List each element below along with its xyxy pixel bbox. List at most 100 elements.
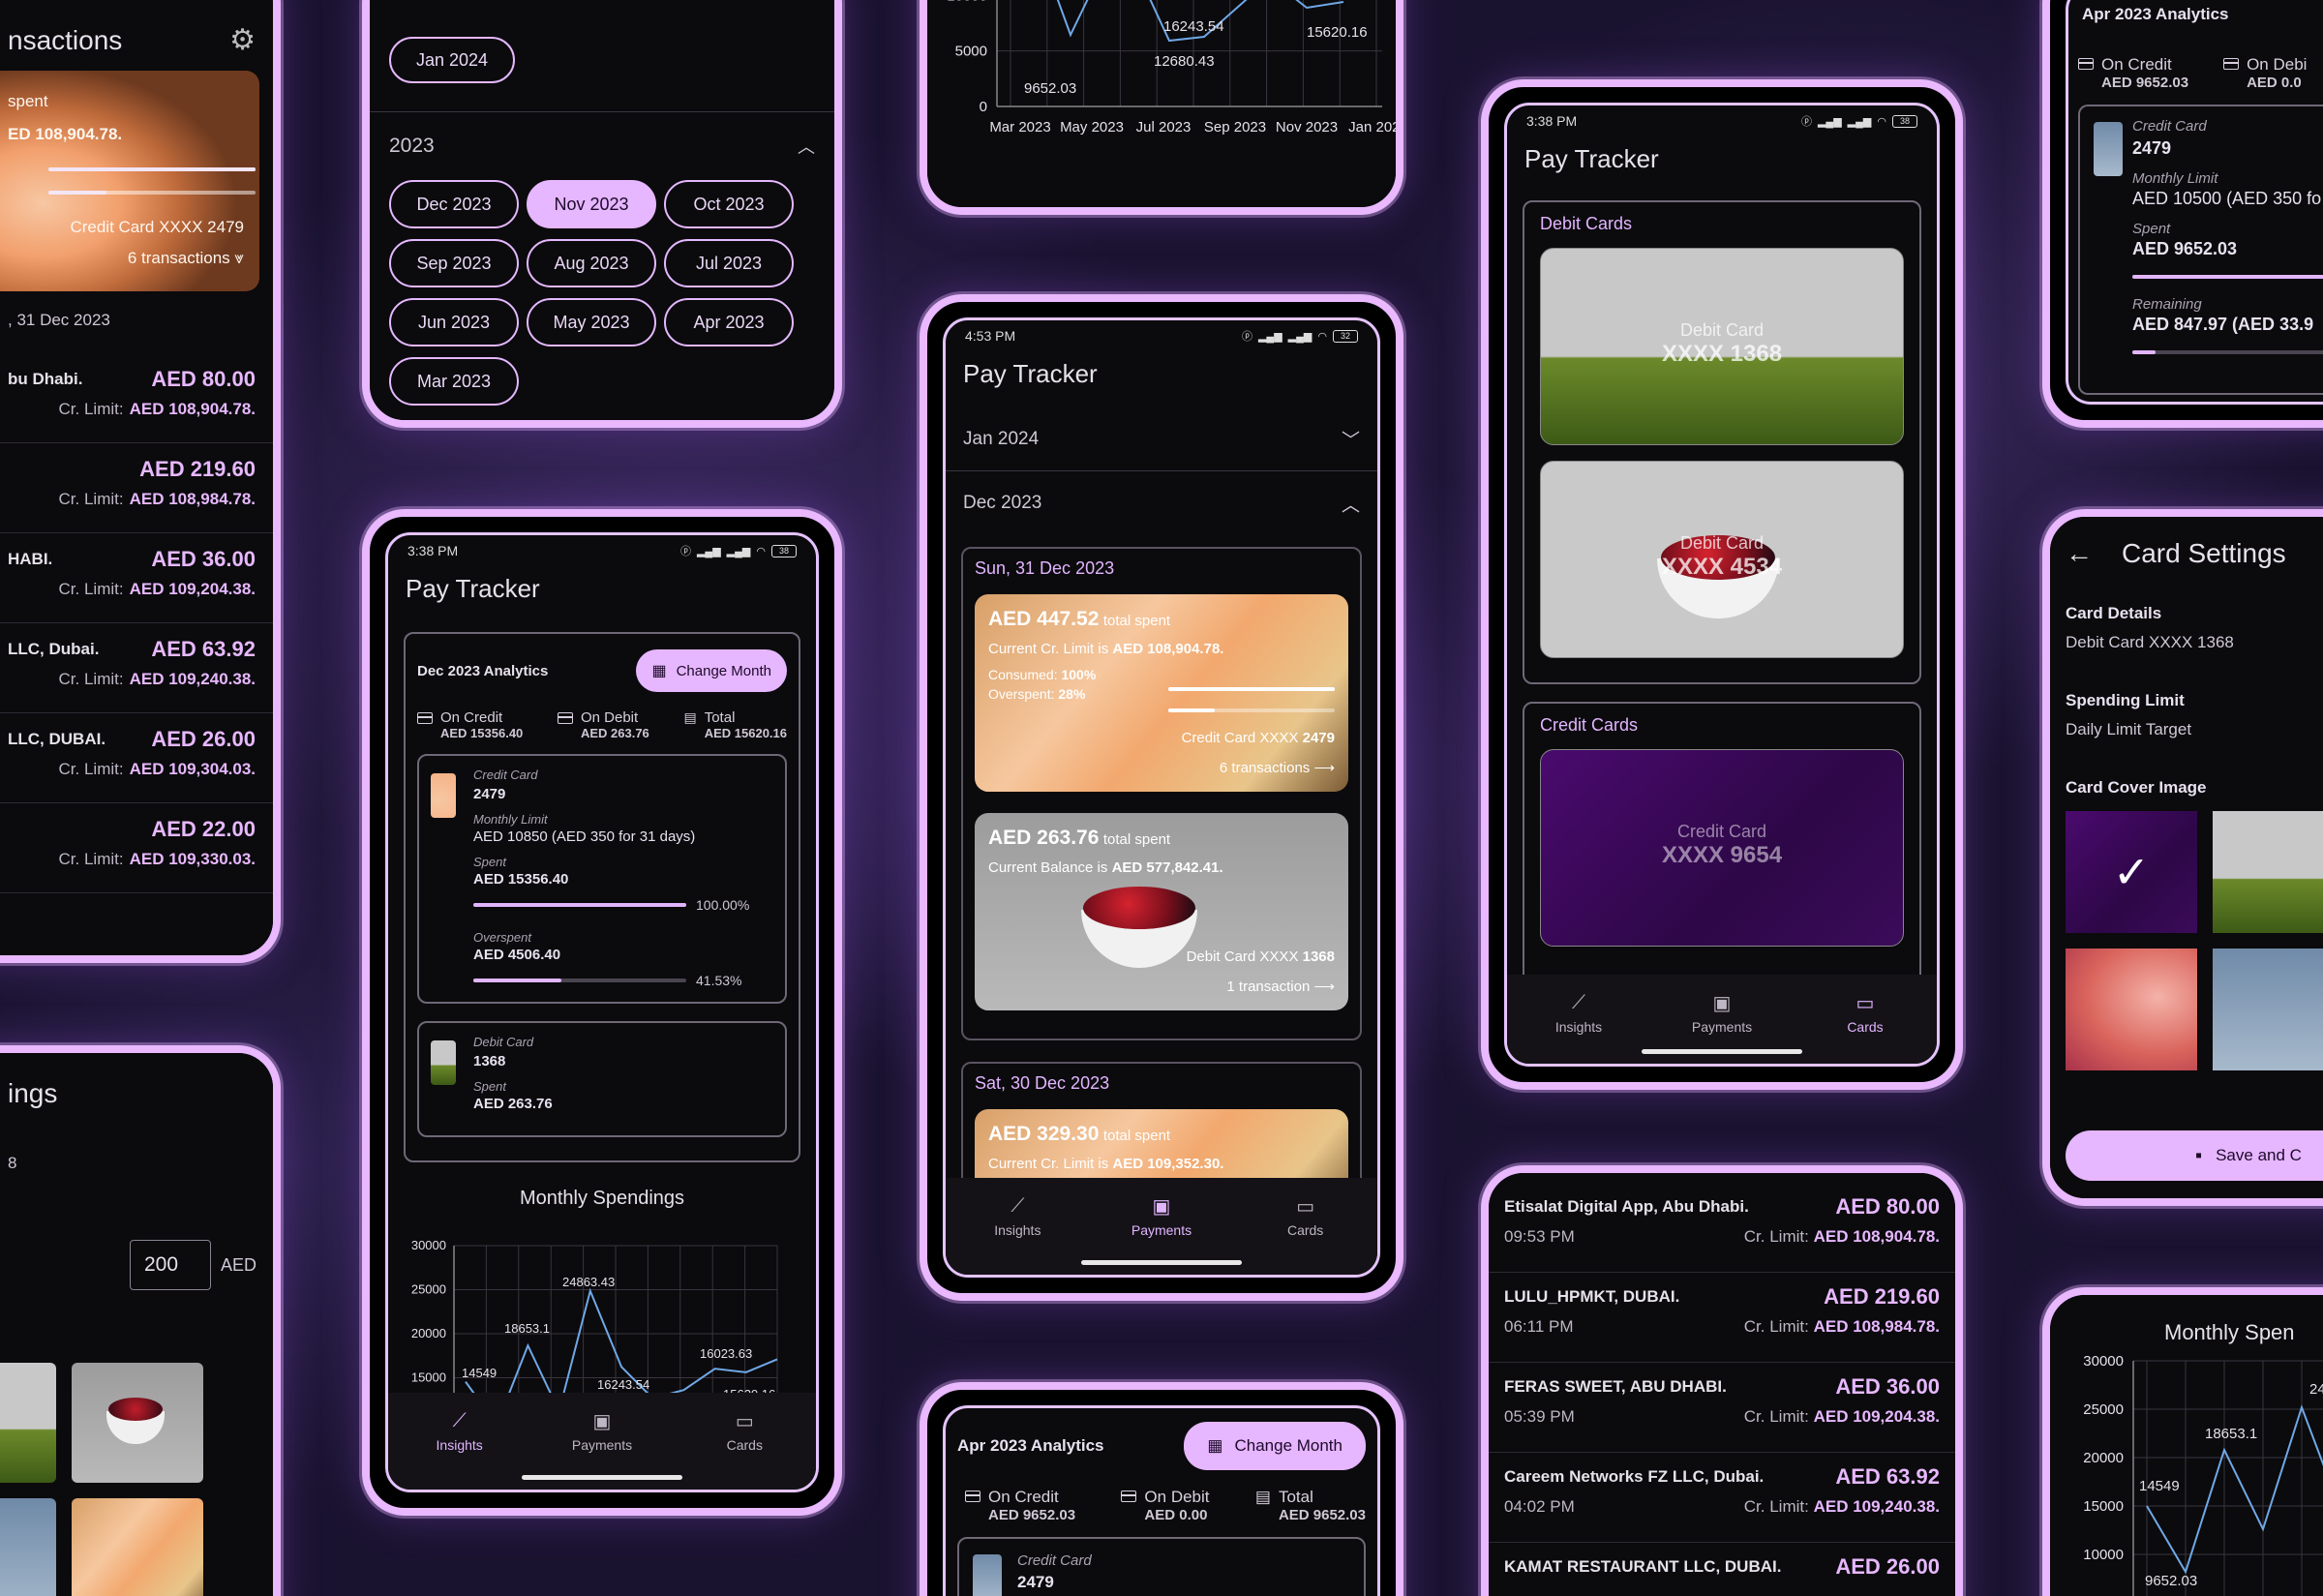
amount: AED 329.30 — [988, 1123, 1100, 1145]
chip-month[interactable]: Apr 2023 — [664, 298, 794, 346]
change-month-button[interactable]: ▦ Change Month — [636, 649, 787, 692]
chevron-double-down-icon[interactable]: ⩔ — [234, 249, 244, 267]
nav-insights[interactable]: ⟋ Insights — [1521, 992, 1637, 1036]
chevron-up-icon[interactable]: ︿ — [798, 134, 815, 159]
chevron-up-icon: ︿ — [1341, 495, 1360, 516]
transaction-row[interactable]: bu Dhabi. AED 80.00 Cr. Limit: AED 108,904.… — [0, 353, 273, 443]
transaction-row[interactable]: LLC, DUBAI. AED 26.00 Cr. Limit: AED 109,30… — [0, 713, 273, 803]
nav-payments[interactable]: ▣ Payments — [1103, 1195, 1220, 1239]
debit-cards-section: Debit Cards Debit Card XXXX 1368 Debit C… — [1523, 200, 1921, 684]
transaction-row[interactable]: Careem Networks FZ LLC, Dubai. AED 63.92 0… — [1489, 1453, 1955, 1543]
summary-card[interactable]: spent ED 108,904.78. Credit Card XXXX 24… — [0, 71, 259, 291]
cover-image-hill[interactable] — [0, 1363, 56, 1483]
spent-label: Spent — [473, 1079, 506, 1094]
data-label: 18653.1 — [2205, 1426, 2257, 1442]
debit-day-card[interactable]: AED 263.76 total spent Current Balance i… — [975, 813, 1348, 1010]
limit-prefix: Current Cr. Limit is — [988, 641, 1109, 657]
consumed-bar — [1168, 687, 1335, 691]
debit-card-4534[interactable]: Debit Card XXXX 4534 — [1540, 461, 1904, 658]
overspent-bar — [1168, 708, 1335, 712]
y-tick-label: 15000 — [411, 1370, 446, 1385]
limit-prefix: Cr. Limit: — [1743, 1317, 1809, 1336]
save-button[interactable]: ▪ Save and C — [2066, 1130, 2323, 1181]
progress-bar — [48, 167, 256, 171]
nav-payments[interactable]: ▣ Payments — [1664, 992, 1780, 1036]
date-header: , 31 Dec 2023 — [8, 311, 110, 329]
credit-card-breakdown[interactable]: Credit Card 2479 — [957, 1537, 1366, 1596]
transaction-row[interactable]: HABI. AED 36.00 Cr. Limit: AED 109,204.38. — [0, 533, 273, 623]
limit-prefix: Cr. Limit: — [1743, 1227, 1809, 1246]
tx-time: 06:11 PM — [1504, 1317, 1574, 1336]
nav-insights[interactable]: ⟋ Insights — [959, 1195, 1075, 1239]
credit-card-breakdown[interactable]: Credit Card 2479 Monthly Limit AED 10500… — [2078, 105, 2323, 395]
cover-option-city[interactable] — [2213, 949, 2323, 1070]
amount: AED 22.00 — [151, 817, 256, 841]
transaction-row[interactable]: KAMAT RESTAURANT LLC, DUBAI. AED 26.00 — [1489, 1543, 1955, 1596]
cover-option-purple-selected[interactable]: ✓ — [2066, 811, 2197, 933]
x-tick-label: Sep 2023 — [1204, 119, 1266, 136]
consumed-label: Consumed: — [988, 667, 1058, 682]
overspent-label: Overspent: — [988, 686, 1055, 702]
stat-label: Total — [704, 709, 736, 726]
data-label: 16243.54 — [1163, 18, 1224, 35]
phone-chart-top: 1500010000500009652.0316243.5412680.4315… — [920, 0, 1403, 215]
transaction-row[interactable]: LLC, Dubai. AED 63.92 Cr. Limit: AED 109,24… — [0, 623, 273, 713]
nav-insights[interactable]: ⟋ Insights — [402, 1410, 518, 1454]
app-title: Pay Tracker — [406, 574, 540, 603]
chip-month[interactable]: Nov 2023 — [527, 180, 656, 228]
monthly-limit-label: Monthly Limit — [473, 812, 548, 827]
transaction-row[interactable]: Etisalat Digital App, Abu Dhabi. AED 80.0… — [1489, 1183, 1955, 1273]
data-label: 16243.54 — [597, 1377, 649, 1392]
month-header-jan-2024[interactable]: Jan 2024 ﹀ — [946, 407, 1377, 471]
cover-option-hill[interactable] — [2213, 811, 2323, 933]
spent-label: Spent — [473, 855, 506, 869]
chip-jan-2024[interactable]: Jan 2024 — [389, 37, 516, 83]
transaction-row[interactable]: AED 22.00 Cr. Limit: AED 109,330.03. — [0, 803, 273, 893]
chip-month[interactable]: Jun 2023 — [389, 298, 519, 346]
transaction-row[interactable]: LULU_HPMKT, DUBAI. AED 219.60 06:11 PM Cr. … — [1489, 1273, 1955, 1363]
transaction-row[interactable]: FERAS SWEET, ABU DHABI. AED 36.00 05:39 PM… — [1489, 1363, 1955, 1453]
nav-label: Cards — [1286, 1222, 1324, 1238]
cover-option-pink[interactable] — [2066, 949, 2197, 1070]
chip-month[interactable]: Mar 2023 — [389, 357, 519, 406]
credit-card-9654[interactable]: Credit Card XXXX 9654 — [1540, 749, 1904, 947]
y-tick-label: 30000 — [411, 1238, 446, 1252]
chip-month[interactable]: Dec 2023 — [389, 180, 519, 228]
app-title: Pay Tracker — [1524, 144, 1659, 173]
cover-image-tulip[interactable] — [72, 1498, 203, 1596]
nav-cards[interactable]: ▭ Cards — [1248, 1195, 1364, 1239]
chip-month[interactable]: May 2023 — [527, 298, 656, 346]
transaction-row[interactable]: AED 219.60 Cr. Limit: AED 108,984.78. — [0, 443, 273, 533]
stat-value: AED 15620.16 — [704, 726, 787, 740]
card-type-label: Credit Card — [1017, 1552, 1092, 1569]
nav-cards[interactable]: ▭ Cards — [1807, 992, 1923, 1036]
cover-image-city[interactable] — [0, 1498, 56, 1596]
cover-image-berries[interactable] — [72, 1363, 203, 1483]
limit-input[interactable]: 200 — [130, 1240, 211, 1290]
stat-value: AED 0.00 — [1144, 1507, 1208, 1523]
nav-cards[interactable]: ▭ Cards — [686, 1410, 802, 1454]
chip-month[interactable]: Oct 2023 — [664, 180, 794, 228]
back-arrow-icon[interactable]: ← — [2066, 538, 2093, 569]
debit-card-1368[interactable]: Debit Card XXXX 1368 — [1540, 248, 1904, 445]
stat-label: On Debit — [580, 709, 639, 726]
nav-payments[interactable]: ▣ Payments — [544, 1410, 660, 1454]
credit-card-breakdown[interactable]: Credit Card 2479 Monthly Limit AED 10850… — [417, 754, 787, 1004]
credit-day-card[interactable]: AED 447.52 total spent Current Cr. Limit… — [975, 594, 1348, 792]
nav-label: Cards — [1847, 1019, 1884, 1035]
gear-icon[interactable]: ⚙ — [229, 23, 256, 57]
spent-value: AED 9652.03 — [2132, 239, 2238, 258]
debit-card-breakdown[interactable]: Debit Card 1368 Spent AED 263.76 — [417, 1021, 787, 1137]
amount: AED 36.00 — [151, 547, 256, 571]
y-tick-label: 15000 — [2083, 1498, 2124, 1515]
chip-month[interactable]: Aug 2023 — [527, 239, 656, 287]
spending-limit-label: Spending Limit — [2066, 691, 2185, 709]
limit-value: AED 109,204.38. — [1813, 1407, 1940, 1426]
chip-month[interactable]: Jul 2023 — [664, 239, 794, 287]
change-month-button[interactable]: ▦ Change Month — [1184, 1422, 1366, 1470]
change-month-label: Change Month — [1234, 1436, 1343, 1455]
chip-month[interactable]: Sep 2023 — [389, 239, 519, 287]
phone-chart-right: Monthly Spen3000025000200001500010000500… — [2042, 1287, 2323, 1596]
card-number: 1368 — [473, 1053, 506, 1069]
month-header-dec-2023[interactable]: Dec 2023 ︿ — [946, 471, 1377, 535]
